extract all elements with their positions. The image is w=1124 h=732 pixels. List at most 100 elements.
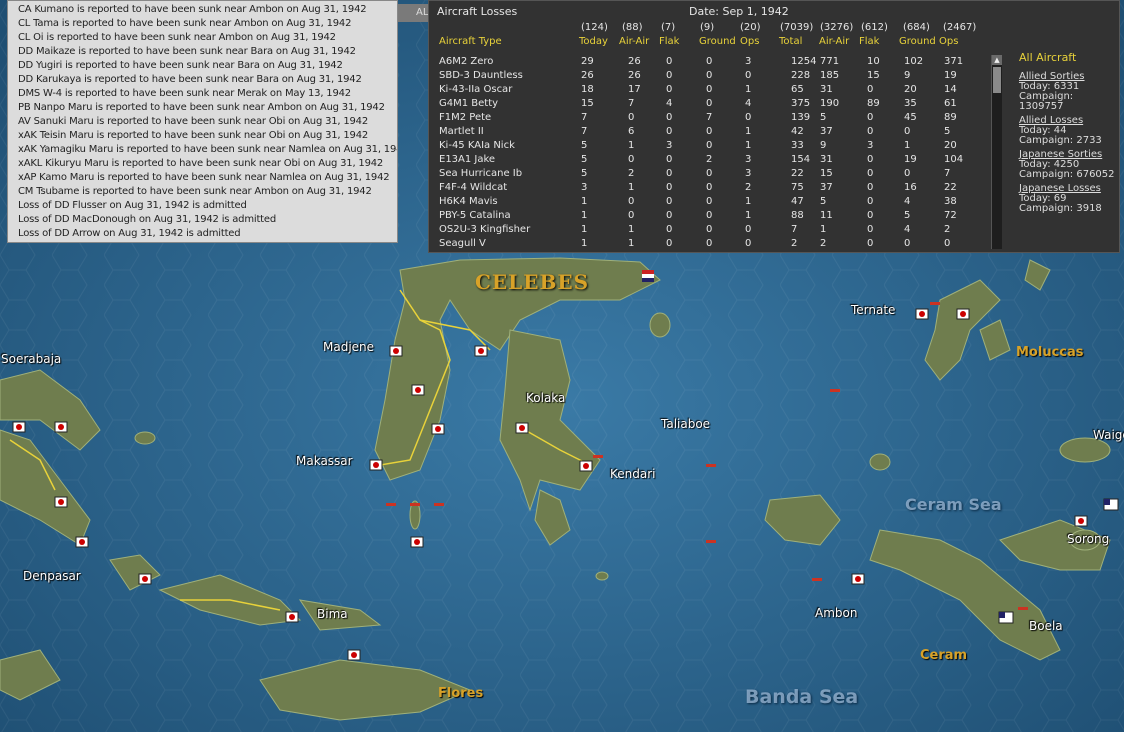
- aircraft-type-cell: PBY-5 Catalina: [439, 210, 511, 221]
- allied-losses-campaign: Campaign: 2733: [1019, 135, 1102, 146]
- loss-value-cell: 0: [666, 70, 673, 81]
- loss-value-cell: 7: [944, 168, 951, 179]
- col-header-air-air[interactable]: Air-Air: [619, 36, 649, 47]
- allied-flag-markers[interactable]: [642, 270, 1119, 624]
- map-label-ambon[interactable]: Ambon: [815, 606, 857, 620]
- loss-value-cell: 0: [666, 154, 673, 165]
- map-label-makassar[interactable]: Makassar: [296, 454, 353, 468]
- table-row[interactable]: Ki-45 KAIa Nick 5 1 3 0 1 33 9 3 1 20: [429, 139, 989, 153]
- loss-value-cell: 0: [706, 84, 713, 95]
- loss-value-cell: 104: [944, 154, 964, 165]
- table-row[interactable]: Sea Hurricane Ib 5 2 0 0 3 22 15 0 0 7: [429, 167, 989, 181]
- loss-value-cell: 0: [666, 84, 673, 95]
- table-row[interactable]: PBY-5 Catalina 1 0 0 0 1 88 11 0 5 72: [429, 209, 989, 223]
- loss-value-cell: 37: [820, 126, 833, 137]
- loss-value-cell: 102: [904, 56, 924, 67]
- loss-value-cell: 4: [904, 224, 911, 235]
- log-message: Loss of DD Flusser on Aug 31, 1942 is ad…: [18, 200, 247, 211]
- loss-value-cell: 2: [745, 182, 752, 193]
- table-row[interactable]: Ki-43-IIa Oscar 18 17 0 0 1 65 31 0 20 14: [429, 83, 989, 97]
- loss-value-cell: 2: [706, 154, 713, 165]
- map-label-madjene[interactable]: Madjene: [323, 340, 374, 354]
- table-row[interactable]: H6K4 Mavis 1 0 0 0 1 47 5 0 4 38: [429, 195, 989, 209]
- map-label-sorong[interactable]: Sorong: [1067, 532, 1109, 546]
- japanese-base-markers[interactable]: [12, 308, 1088, 661]
- table-row[interactable]: A6M2 Zero 29 26 0 0 3 1254 771 10 102 371: [429, 55, 989, 69]
- col-header-ground[interactable]: Ground: [699, 36, 736, 47]
- col-header-cum-ops[interactable]: Ops: [939, 36, 958, 47]
- aircraft-losses-table[interactable]: A6M2 Zero 29 26 0 0 3 1254 771 10 102 371 SBD-3 Dau…: [429, 55, 989, 250]
- all-aircraft-filter[interactable]: All Aircraft: [1019, 51, 1119, 64]
- map-label-boela[interactable]: Boela: [1029, 619, 1063, 633]
- loss-value-cell: 0: [706, 224, 713, 235]
- aircraft-type-cell: F4F-4 Wildcat: [439, 182, 508, 193]
- map-label-soerabaja[interactable]: Soerabaja: [1, 352, 61, 366]
- loss-value-cell: 0: [944, 238, 951, 249]
- log-message: CL Tama is reported to have been sunk ne…: [18, 18, 352, 29]
- scroll-thumb[interactable]: [993, 67, 1001, 93]
- map-label-kendari[interactable]: Kendari: [610, 467, 656, 481]
- loss-value-cell: 4: [666, 98, 673, 109]
- loss-value-cell: 0: [628, 112, 635, 123]
- loss-value-cell: 33: [791, 140, 804, 151]
- loss-value-cell: 0: [628, 154, 635, 165]
- loss-value-cell: 7: [581, 126, 588, 137]
- col-header-cum-ground[interactable]: Ground: [899, 36, 936, 47]
- loss-value-cell: 20: [944, 140, 957, 151]
- col-header-type[interactable]: Aircraft Type: [439, 36, 502, 47]
- scroll-up-icon[interactable]: ▲: [992, 55, 1002, 65]
- header-total-ops: (20): [740, 22, 761, 33]
- log-message: Loss of DD MacDonough on Aug 31, 1942 is…: [18, 214, 276, 225]
- loss-value-cell: 1: [745, 84, 752, 95]
- japanese-sorties-campaign: Campaign: 676052: [1019, 169, 1115, 180]
- table-row[interactable]: F1M2 Pete 7 0 0 7 0 139 5 0 45 89: [429, 111, 989, 125]
- loss-value-cell: 4: [904, 196, 911, 207]
- table-row[interactable]: E13A1 Jake 5 0 0 2 3 154 31 0 19 104: [429, 153, 989, 167]
- loss-value-cell: 26: [581, 70, 594, 81]
- table-row[interactable]: Martlet II 7 6 0 0 1 42 37 0 0 5: [429, 125, 989, 139]
- loss-value-cell: 1: [581, 224, 588, 235]
- table-row[interactable]: F4F-4 Wildcat 3 1 0 0 2 75 37 0 16 22: [429, 181, 989, 195]
- table-row[interactable]: Seagull V 1 1 0 0 0 2 2 0 0 0: [429, 237, 989, 250]
- loss-value-cell: 1: [745, 196, 752, 207]
- loss-value-cell: 0: [706, 126, 713, 137]
- loss-value-cell: 1: [820, 224, 827, 235]
- map-label-ternate[interactable]: Ternate: [851, 303, 895, 317]
- aircraft-losses-panel: Aircraft Losses Date: Sep 1, 1942 (124) …: [428, 0, 1120, 253]
- loss-value-cell: 20: [904, 84, 917, 95]
- loss-value-cell: 0: [666, 56, 673, 67]
- loss-value-cell: 88: [791, 210, 804, 221]
- map-label-waigeo[interactable]: Waige: [1093, 428, 1124, 442]
- al-tab[interactable]: AL: [398, 4, 428, 22]
- col-header-ops[interactable]: Ops: [740, 36, 759, 47]
- loss-value-cell: 31: [820, 84, 833, 95]
- aircraft-type-cell: Seagull V: [439, 238, 486, 249]
- map-label-bima[interactable]: Bima: [317, 607, 348, 621]
- loss-value-cell: 0: [666, 224, 673, 235]
- col-header-total[interactable]: Total: [779, 36, 802, 47]
- loss-value-cell: 3: [581, 182, 588, 193]
- log-message: PB Nanpo Maru is reported to have been s…: [18, 102, 385, 113]
- table-row[interactable]: G4M1 Betty 15 7 4 0 4 375 190 89 35 61: [429, 97, 989, 111]
- loss-value-cell: 371: [944, 56, 964, 67]
- header-total-total: (7039): [780, 22, 814, 33]
- map-label-denpasar[interactable]: Denpasar: [23, 569, 81, 583]
- loss-value-cell: 2: [944, 224, 951, 235]
- map-label-kolaka[interactable]: Kolaka: [526, 391, 565, 405]
- map-label-taliaboe[interactable]: Taliaboe: [661, 417, 710, 431]
- table-row[interactable]: SBD-3 Dauntless 26 26 0 0 0 228 185 15 9 19: [429, 69, 989, 83]
- col-header-cum-air-air[interactable]: Air-Air: [819, 36, 849, 47]
- table-scrollbar[interactable]: ▲: [991, 55, 1002, 249]
- loss-value-cell: 42: [791, 126, 804, 137]
- log-message: CA Kumano is reported to have been sunk …: [18, 4, 367, 15]
- col-header-cum-flak[interactable]: Flak: [859, 36, 879, 47]
- col-header-today[interactable]: Today: [579, 36, 608, 47]
- message-log-panel[interactable]: CA Kumano is reported to have been sunk …: [7, 0, 398, 243]
- header-total-today: (124): [581, 22, 608, 33]
- loss-value-cell: 1: [581, 238, 588, 249]
- loss-value-cell: 17: [628, 84, 641, 95]
- loss-value-cell: 37: [820, 182, 833, 193]
- table-row[interactable]: OS2U-3 Kingfisher 1 1 0 0 0 7 1 0 4 2: [429, 223, 989, 237]
- loss-value-cell: 0: [666, 126, 673, 137]
- col-header-flak[interactable]: Flak: [659, 36, 679, 47]
